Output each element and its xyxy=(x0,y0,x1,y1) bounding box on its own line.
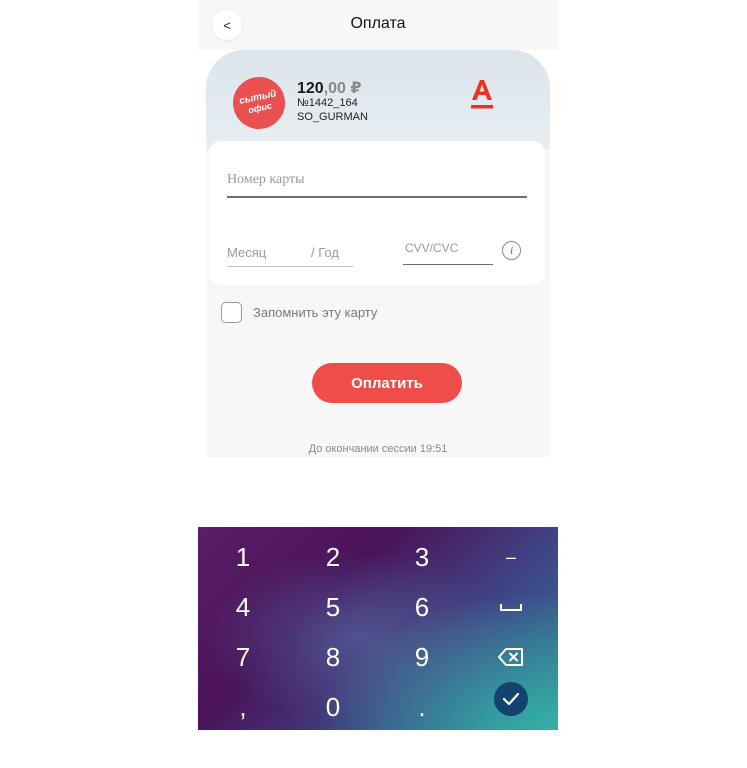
card-form: Номер карты Месяц / Год CVV/CVC i xyxy=(209,141,545,285)
currency-symbol: ₽ xyxy=(350,80,362,97)
month-placeholder: Месяц xyxy=(227,245,267,260)
merchant-name: SO_GURMAN xyxy=(297,111,368,123)
key-space[interactable] xyxy=(471,587,551,627)
remember-card-label[interactable]: Запомнить эту карту xyxy=(253,305,377,320)
info-icon[interactable]: i xyxy=(502,241,521,260)
amount-whole: 120 xyxy=(297,80,324,97)
payment-amount: 120,00 ₽ xyxy=(297,78,362,98)
card-number-input[interactable]: Номер карты xyxy=(227,172,527,198)
card-number-placeholder: Номер карты xyxy=(227,172,305,187)
alfa-bank-logo-icon xyxy=(471,80,493,109)
expiry-date-input[interactable]: Месяц / Год xyxy=(227,242,353,267)
key-0[interactable]: 0 xyxy=(293,687,373,727)
key-comma[interactable]: , xyxy=(203,687,283,727)
checkmark-icon xyxy=(502,692,520,706)
cvv-placeholder: CVV/CVC xyxy=(405,241,459,255)
payment-sheet: сытый офис 120,00 ₽ №1442_164 SO_GURMAN … xyxy=(206,50,550,457)
merchant-logo: сытый офис xyxy=(228,72,290,134)
key-3[interactable]: 3 xyxy=(382,537,462,577)
key-8[interactable]: 8 xyxy=(293,637,373,677)
key-dot[interactable]: . xyxy=(382,687,462,727)
session-timer-text: До окончании сессии 19:51 xyxy=(308,443,448,455)
key-9[interactable]: 9 xyxy=(382,637,462,677)
merchant-header: сытый офис 120,00 ₽ №1442_164 SO_GURMAN xyxy=(206,50,550,150)
order-number: №1442_164 xyxy=(297,97,358,109)
key-minus[interactable]: – xyxy=(471,537,551,577)
key-4[interactable]: 4 xyxy=(203,587,283,627)
key-1[interactable]: 1 xyxy=(203,537,283,577)
key-6[interactable]: 6 xyxy=(382,587,462,627)
key-5[interactable]: 5 xyxy=(293,587,373,627)
cvv-input[interactable]: CVV/CVC xyxy=(403,240,493,265)
page-title: Оплата xyxy=(350,15,406,32)
key-2[interactable]: 2 xyxy=(293,537,373,577)
numeric-keyboard: 1 2 3 – 4 5 6 7 8 9 , 0 . xyxy=(198,527,558,730)
top-bar: < Оплата xyxy=(198,0,558,50)
remember-card-checkbox[interactable] xyxy=(221,302,242,323)
backspace-icon xyxy=(498,648,523,666)
key-enter[interactable] xyxy=(494,682,528,716)
pay-button[interactable]: Оплатить xyxy=(312,363,462,403)
year-placeholder: / Год xyxy=(311,245,339,260)
amount-cents: ,00 xyxy=(323,80,346,97)
space-icon xyxy=(500,604,522,611)
key-backspace[interactable] xyxy=(471,637,551,677)
key-7[interactable]: 7 xyxy=(203,637,283,677)
